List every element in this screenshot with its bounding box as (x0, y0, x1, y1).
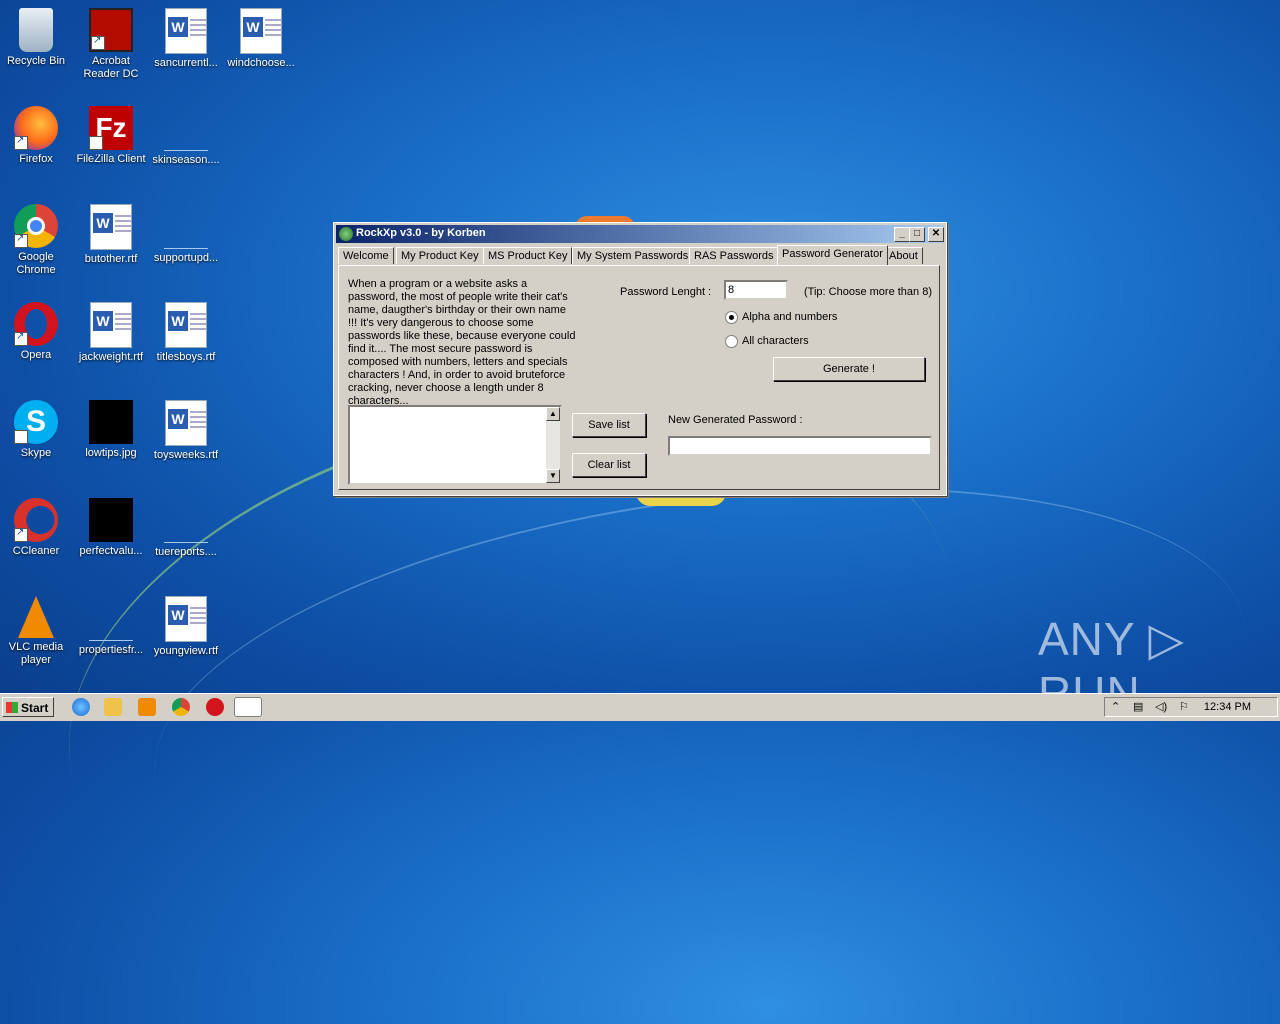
word-document-icon (90, 204, 132, 250)
radio-all-label: All characters (742, 335, 809, 347)
word-document-icon (165, 400, 207, 446)
taskbar: Start ⌃ ▤ ◁) ⚐ 12:34 PM (0, 693, 1280, 721)
file-icon (89, 596, 133, 641)
opera-taskbar-icon[interactable] (206, 698, 224, 716)
filezilla-icon: Fz (89, 106, 133, 178)
new-password-label: New Generated Password : (668, 414, 803, 426)
desktop-icon-opera[interactable]: Opera (0, 302, 74, 362)
new-password-field[interactable] (668, 436, 932, 456)
scroll-up-icon[interactable]: ▲ (546, 407, 560, 421)
minimize-button[interactable]: _ (894, 227, 910, 242)
generate-button[interactable]: Generate ! (773, 357, 925, 381)
desktop-icon-sancurrentl[interactable]: sancurrentl... (148, 8, 224, 70)
list-scrollbar[interactable]: ▲ ▼ (546, 407, 560, 483)
desktop-icon-google-chrome[interactable]: Google Chrome (0, 204, 74, 277)
radio-all-characters[interactable] (725, 335, 738, 348)
desktop-icon-skype[interactable]: S Skype (0, 400, 74, 472)
word-document-icon (165, 596, 207, 642)
file-icon (164, 106, 208, 151)
word-document-icon (165, 302, 207, 348)
password-generator-panel: When a program or a website asks a passw… (338, 265, 940, 490)
explorer-folder-icon[interactable] (104, 698, 122, 716)
password-list[interactable]: ▲ ▼ (348, 405, 562, 485)
file-icon (164, 498, 208, 543)
acrobat-icon (89, 8, 133, 52)
chrome-taskbar-icon[interactable] (172, 698, 190, 716)
desktop-icon-youngview[interactable]: youngview.rtf (148, 596, 224, 658)
action-center-flag-icon[interactable]: ⚐ (1179, 700, 1189, 713)
clear-list-button[interactable]: Clear list (572, 453, 646, 477)
network-icon[interactable]: ▤ (1133, 700, 1143, 713)
system-tray: ⌃ ▤ ◁) ⚐ 12:34 PM (1104, 697, 1278, 717)
tab-password-generator[interactable]: Password Generator (777, 245, 888, 265)
shortcut-arrow-icon (14, 330, 28, 346)
desktop-icon-acrobat[interactable]: Acrobat Reader DC (73, 8, 149, 81)
tab-welcome[interactable]: Welcome (338, 247, 394, 264)
ie-icon[interactable] (72, 698, 90, 716)
clock[interactable]: 12:34 PM (1204, 701, 1251, 713)
volume-icon[interactable]: ◁) (1155, 700, 1167, 713)
password-length-label: Password Lenght : (620, 286, 712, 298)
scroll-down-icon[interactable]: ▼ (546, 469, 560, 483)
desktop-icon-jackweight[interactable]: jackweight.rtf (73, 302, 149, 364)
recycle-bin-icon (19, 8, 53, 52)
opera-icon (14, 302, 58, 346)
desktop-icon-filezilla[interactable]: Fz FileZilla Client (73, 106, 149, 178)
firefox-icon (14, 106, 58, 150)
tip-text: (Tip: Choose more than 8) (804, 286, 932, 298)
tab-my-system-passwords[interactable]: My System Passwords (572, 247, 694, 264)
shortcut-arrow-icon (14, 232, 28, 248)
title-bar[interactable]: RockXp v3.0 - by Korben _ □ ✕ (336, 225, 944, 243)
desktop-icon-skinseason[interactable]: skinseason.... (148, 106, 224, 167)
ccleaner-icon (14, 498, 58, 542)
shortcut-arrow-icon (89, 134, 103, 178)
start-button[interactable]: Start (2, 697, 54, 717)
word-document-icon (240, 8, 282, 54)
desktop-icon-vlc[interactable]: VLC media player (0, 596, 74, 667)
close-button[interactable]: ✕ (928, 227, 944, 242)
window-title: RockXp v3.0 - by Korben (356, 227, 486, 239)
word-document-icon (90, 302, 132, 348)
desktop-icon-toysweeks[interactable]: toysweeks.rtf (148, 400, 224, 462)
rockxp-window: RockXp v3.0 - by Korben _ □ ✕ Welcome My… (333, 222, 947, 496)
shortcut-arrow-icon (14, 526, 28, 542)
tray-expand-icon[interactable]: ⌃ (1111, 700, 1120, 713)
tab-ms-product-key[interactable]: MS Product Key (483, 247, 573, 264)
image-thumbnail-icon (89, 400, 133, 444)
tab-about[interactable]: About (884, 247, 923, 264)
app-globe-icon (339, 227, 353, 241)
maximize-button[interactable]: □ (909, 227, 925, 242)
word-document-icon (165, 8, 207, 54)
shortcut-arrow-icon (14, 428, 28, 472)
shortcut-arrow-icon (91, 34, 105, 50)
image-thumbnail-icon (89, 498, 133, 542)
chrome-icon (14, 204, 58, 248)
desktop-icon-perfectvalu[interactable]: perfectvalu... (73, 498, 149, 558)
desktop-icon-titlesboys[interactable]: titlesboys.rtf (148, 302, 224, 364)
radio-alpha-numbers[interactable] (725, 311, 738, 324)
media-player-icon[interactable] (138, 698, 156, 716)
desktop-icon-recycle-bin[interactable]: Recycle Bin (0, 8, 74, 68)
tab-my-product-key[interactable]: My Product Key (396, 247, 484, 264)
desktop-icon-ccleaner[interactable]: CCleaner (0, 498, 74, 558)
file-icon (164, 204, 208, 249)
description-text: When a program or a website asks a passw… (348, 278, 576, 407)
radio-alpha-label: Alpha and numbers (742, 311, 838, 323)
save-list-button[interactable]: Save list (572, 413, 646, 437)
desktop-icon-supportupd[interactable]: supportupd... (148, 204, 224, 265)
tab-ras-passwords[interactable]: RAS Passwords (689, 247, 779, 264)
desktop-icon-windchoose[interactable]: windchoose... (223, 8, 299, 70)
desktop-icon-propertiesfr[interactable]: propertiesfr... (73, 596, 149, 657)
shortcut-arrow-icon (14, 134, 28, 150)
vlc-icon (18, 596, 54, 638)
rockxp-taskbar-button[interactable] (234, 697, 262, 717)
desktop-icon-butother[interactable]: butother.rtf (73, 204, 149, 266)
desktop-icon-lowtips[interactable]: lowtips.jpg (73, 400, 149, 460)
skype-icon: S (14, 400, 58, 472)
desktop-icon-firefox[interactable]: Firefox (0, 106, 74, 166)
password-length-input[interactable]: 8 (724, 280, 788, 300)
desktop-icon-tuereports[interactable]: tuereports.... (148, 498, 224, 559)
